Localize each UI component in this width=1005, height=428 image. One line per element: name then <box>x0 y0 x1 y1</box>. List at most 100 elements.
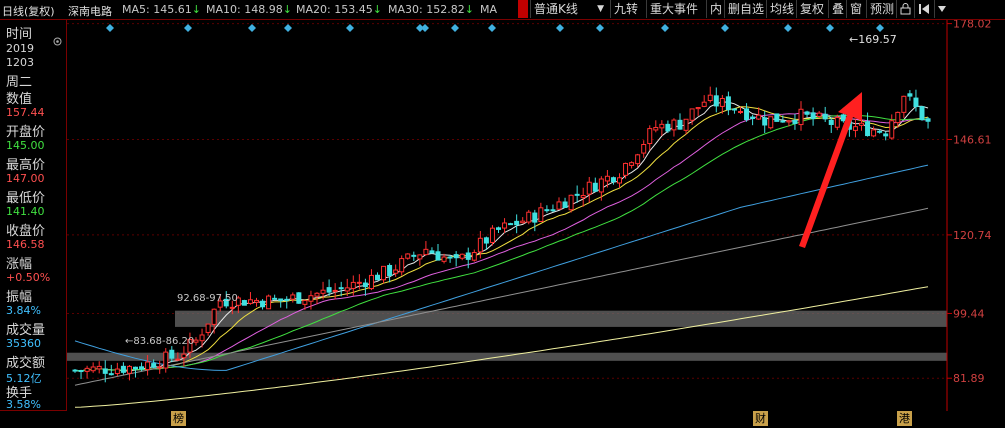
candle-body <box>828 119 834 125</box>
y-tick-label: 146.61 <box>953 133 992 146</box>
candle-body <box>84 367 90 372</box>
remove-favorite-button[interactable]: 删自选 <box>724 0 764 18</box>
event-tag-gang[interactable]: 港 <box>897 411 912 426</box>
candle-body <box>562 201 568 209</box>
candle-body <box>423 248 429 256</box>
candle-body <box>139 366 145 370</box>
inner-button[interactable]: 内 <box>706 0 724 18</box>
candle-body <box>399 258 405 273</box>
ma30-label: MA30: 152.82↓ <box>388 3 474 16</box>
candle-body <box>260 300 266 308</box>
candle-body <box>792 119 798 124</box>
ma20-label: MA20: 153.45↓ <box>296 3 382 16</box>
candle-body <box>441 256 447 262</box>
candle-body <box>514 220 520 226</box>
candle-body <box>738 111 743 114</box>
candle-body <box>205 323 211 333</box>
forecast-button[interactable]: 预测 <box>866 0 896 18</box>
candle-body <box>756 114 762 120</box>
candle-body <box>883 133 889 137</box>
candle-body <box>919 106 925 121</box>
candle-body <box>598 178 604 193</box>
candle-body <box>556 201 562 210</box>
candle-body <box>247 299 253 304</box>
candle-body <box>193 339 199 343</box>
candle-body <box>586 181 592 195</box>
major-events-button[interactable]: 重大事件 <box>646 0 704 18</box>
candle-body <box>157 366 163 369</box>
candle-body <box>623 162 629 176</box>
fuquan-button[interactable]: 复权 <box>796 0 826 18</box>
candle-body <box>719 97 725 107</box>
candle-body <box>169 349 175 359</box>
candle-body <box>865 121 871 137</box>
candle-body <box>435 251 441 261</box>
candle-body <box>120 365 126 373</box>
candle-body <box>72 369 78 372</box>
candle-body <box>453 254 459 259</box>
candle-body <box>508 223 514 226</box>
candle-body <box>465 252 471 260</box>
candle-body <box>647 128 653 145</box>
amplitude-label: 振幅 <box>6 290 33 305</box>
candle-body <box>665 123 671 132</box>
candle-body <box>405 253 411 259</box>
kline-type-select[interactable]: 普通K线 ▼ <box>530 0 608 18</box>
candle-body <box>750 116 756 120</box>
mid-zone-label: 92.68-97.50 <box>177 293 238 304</box>
candle-body <box>471 252 477 261</box>
change-label: 涨幅 <box>6 257 33 272</box>
low-zone-label: ←83.68-86.20 <box>125 336 194 347</box>
prev-icon[interactable] <box>914 0 934 18</box>
overlay-button[interactable]: 叠 <box>828 0 846 18</box>
event-tag-cai[interactable]: 财 <box>753 411 768 426</box>
candle-body <box>526 211 532 223</box>
low-label: 最低价 <box>6 191 46 206</box>
window-button[interactable]: 窗 <box>846 0 864 18</box>
candle-body <box>489 227 495 243</box>
candle-body <box>810 112 816 120</box>
y-tick-label: 120.74 <box>953 229 992 242</box>
close-value: 146.58 <box>6 238 45 251</box>
candle-body <box>822 113 828 120</box>
candle-body <box>126 365 132 374</box>
candle-body <box>302 300 308 305</box>
y-tick-label: 99.44 <box>953 307 985 320</box>
candle-body <box>114 368 120 375</box>
candle-body <box>713 95 719 107</box>
candle-body <box>635 154 641 165</box>
candle-body <box>925 118 931 122</box>
open-label: 开盘价 <box>6 125 46 140</box>
candle-body <box>151 363 157 368</box>
candle-body <box>308 295 314 302</box>
y-tick-label: 81.89 <box>953 372 985 385</box>
year-value: 2019 <box>6 42 34 55</box>
candle-body <box>181 353 187 359</box>
candle-body <box>199 334 205 342</box>
event-tag-bang[interactable]: 榜 <box>171 411 186 426</box>
candle-body <box>381 265 387 281</box>
menu-icon[interactable] <box>934 0 948 18</box>
candle-body <box>254 299 259 303</box>
candle-body <box>840 114 846 122</box>
candle-body <box>314 292 320 297</box>
value-label: 数值 <box>6 92 33 107</box>
candle-body <box>574 193 580 196</box>
high-label: 最高价 <box>6 158 46 173</box>
kline-type-label: 普通K线 <box>534 2 578 16</box>
candle-body <box>744 108 750 121</box>
candle-body <box>332 289 338 292</box>
gear-icon[interactable] <box>52 36 63 50</box>
candle-body <box>786 120 792 123</box>
lock-icon[interactable] <box>896 0 914 18</box>
candle-body <box>447 256 453 259</box>
candle-body <box>707 94 713 102</box>
avg-line-button[interactable]: 均线 <box>766 0 794 18</box>
jiuzhuan-button[interactable]: 九转 <box>610 0 644 18</box>
candle-body <box>653 126 659 131</box>
candle-body <box>375 274 380 281</box>
kline-chart[interactable]: ←169.57 ←83.68-86.20 92.68-97.50 178.02 146… <box>67 20 1005 411</box>
candle-body <box>175 358 181 361</box>
candle-body <box>96 365 102 370</box>
candle-body <box>695 107 701 110</box>
